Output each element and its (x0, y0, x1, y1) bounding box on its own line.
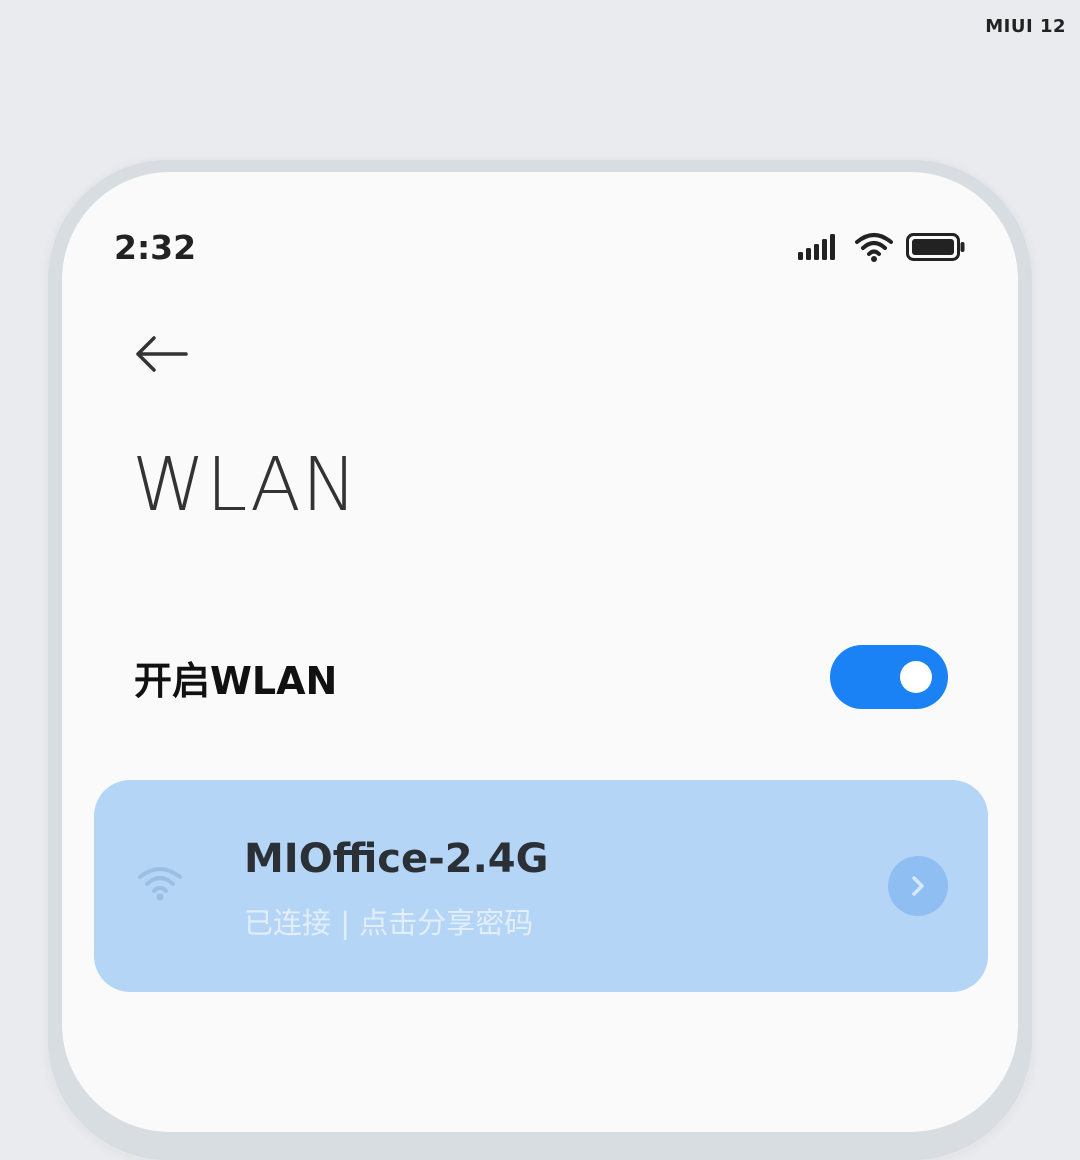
phone-screen: 2:32 WLAN 开启WLAN MIOffice-2.4G 已连接 | 点击分… (62, 172, 1018, 1132)
wifi-icon (138, 867, 182, 901)
wlan-toggle-switch[interactable] (830, 645, 948, 709)
toggle-knob (900, 661, 932, 693)
signal-icon (798, 234, 835, 260)
connected-network-item[interactable]: MIOffice-2.4G 已连接 | 点击分享密码 (94, 780, 988, 992)
network-status: 已连接 | 点击分享密码 (244, 906, 534, 940)
battery-icon (906, 233, 965, 261)
brand-label: MIUI 12 (985, 16, 1066, 37)
arrow-left-icon (136, 336, 188, 372)
chevron-right-icon (912, 876, 924, 896)
page-title: WLAN (132, 442, 359, 528)
network-ssid: MIOffice-2.4G (244, 836, 549, 882)
status-icons (798, 232, 966, 262)
wlan-toggle-row: 开启WLAN (134, 642, 948, 712)
back-button[interactable] (132, 332, 192, 382)
status-time: 2:32 (114, 228, 197, 267)
wifi-icon (855, 233, 893, 262)
wlan-toggle-label: 开启WLAN (134, 658, 338, 703)
network-detail-button[interactable] (888, 856, 948, 916)
